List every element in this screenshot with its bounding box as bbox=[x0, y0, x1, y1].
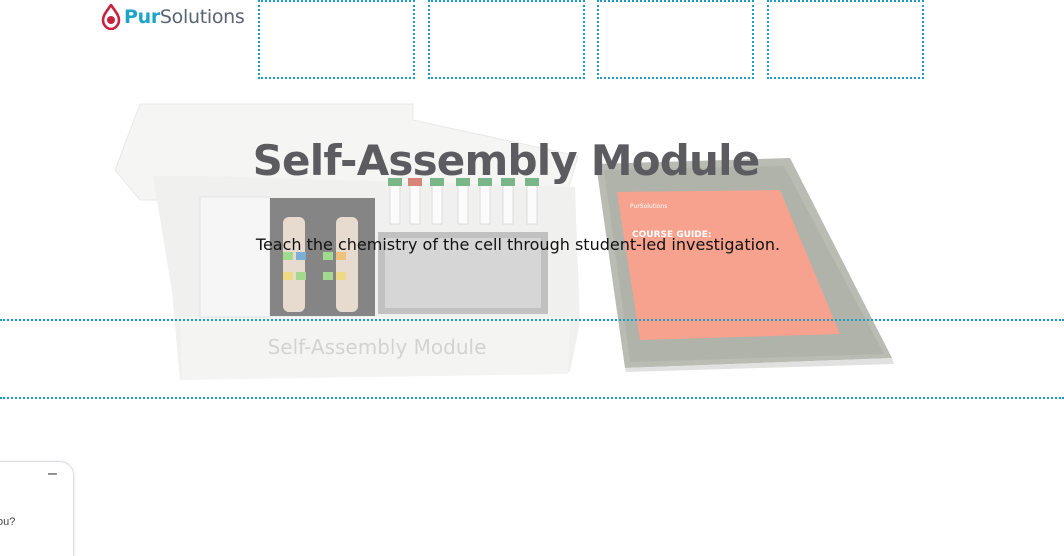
brand-name-solutions: Solutions bbox=[159, 6, 245, 28]
chat-message-text: ou? bbox=[0, 516, 16, 528]
drop-logo-icon bbox=[101, 4, 121, 30]
nav-item-2[interactable] bbox=[428, 0, 585, 79]
hero-subtitle: Teach the chemistry of the cell through … bbox=[255, 235, 781, 254]
hero-title: Self-Assembly Module bbox=[252, 136, 761, 185]
chat-minimize-button[interactable]: – bbox=[48, 465, 57, 483]
nav-item-4[interactable] bbox=[767, 0, 924, 79]
guide-brand-text: PurSolutions bbox=[630, 203, 667, 210]
content-band-placeholder bbox=[0, 319, 1064, 399]
brand-logo[interactable]: PurSolutions bbox=[100, 2, 245, 32]
chat-widget[interactable]: – ou? bbox=[0, 461, 74, 556]
nav-item-1[interactable] bbox=[258, 0, 415, 79]
nav-item-3[interactable] bbox=[597, 0, 754, 79]
brand-name-pur: Pur bbox=[124, 6, 160, 28]
